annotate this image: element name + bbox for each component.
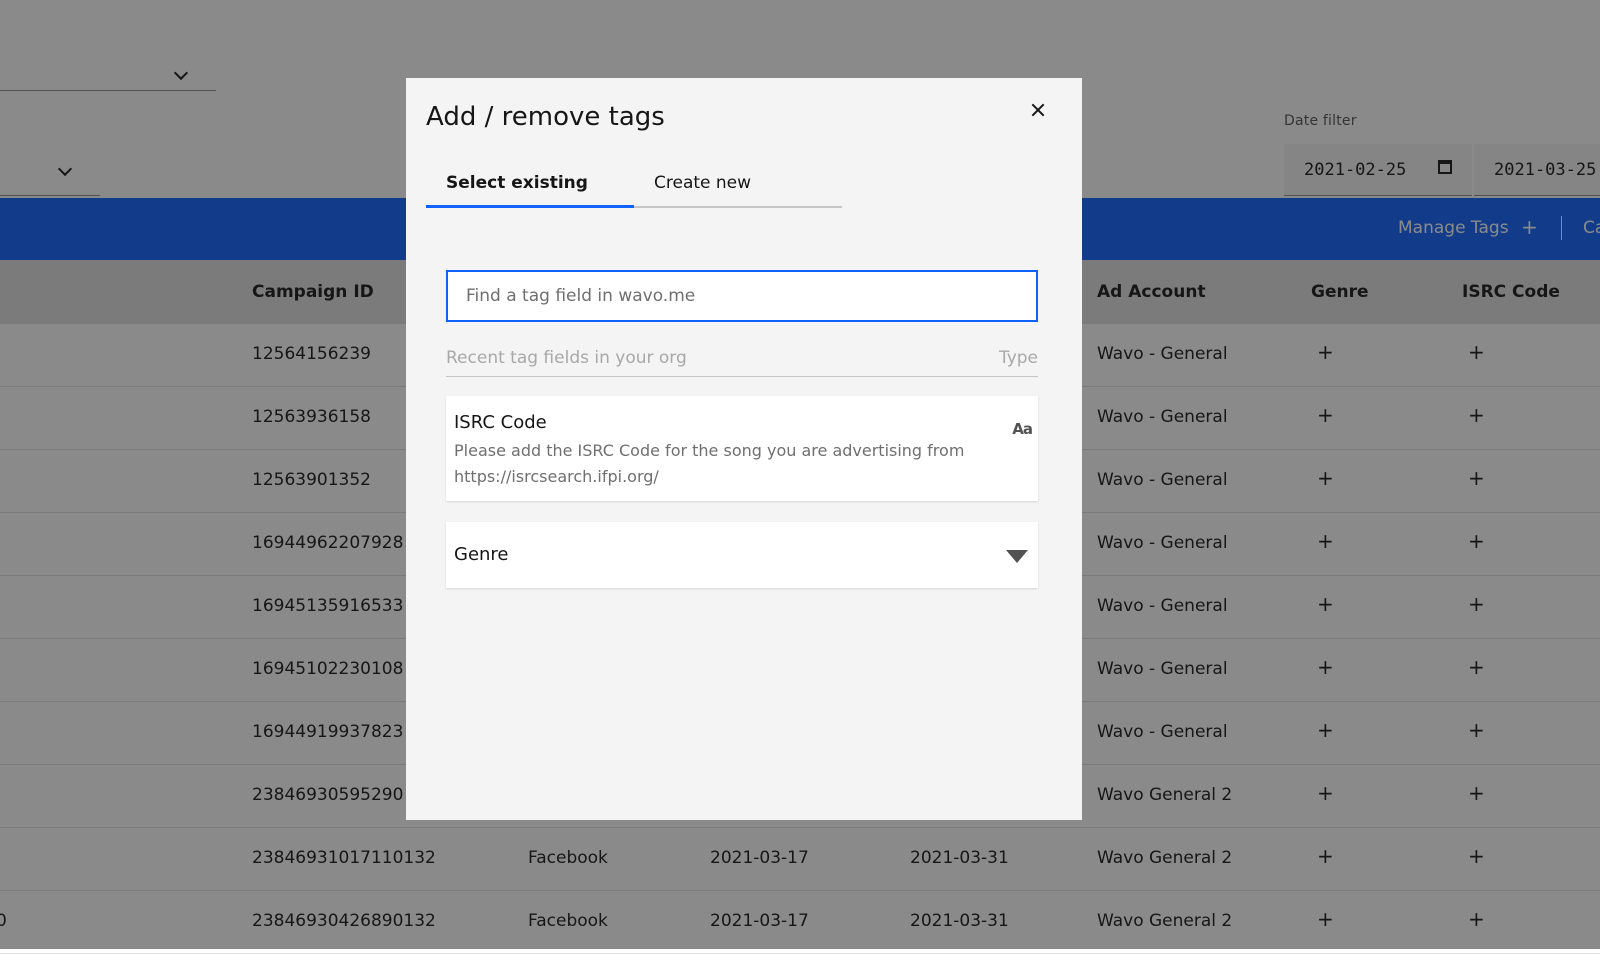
- tag-field-description: Please add the ISRC Code for the song yo…: [454, 441, 965, 486]
- modal-title: Add / remove tags: [426, 102, 665, 132]
- add-remove-tags-modal: Add / remove tags Select existing Create…: [406, 78, 1082, 820]
- text-type-icon: Aa: [1012, 420, 1033, 438]
- genre-dropdown[interactable]: Genre: [446, 522, 1038, 588]
- genre-dropdown-label: Genre: [454, 544, 509, 565]
- recent-tag-fields-header: Recent tag fields in your org Type: [446, 348, 1038, 377]
- caret-down-icon: [1006, 550, 1028, 563]
- recent-label: Recent tag fields in your org: [446, 348, 687, 368]
- tab-create-new[interactable]: Create new: [634, 166, 842, 208]
- tag-search-input[interactable]: [446, 270, 1038, 322]
- tag-field-name: ISRC Code: [454, 412, 547, 433]
- type-label: Type: [998, 348, 1038, 368]
- close-icon[interactable]: [1022, 94, 1054, 126]
- tag-field-isrc-code[interactable]: ISRC Code Please add the ISRC Code for t…: [446, 396, 1038, 501]
- tab-select-existing[interactable]: Select existing: [426, 166, 634, 208]
